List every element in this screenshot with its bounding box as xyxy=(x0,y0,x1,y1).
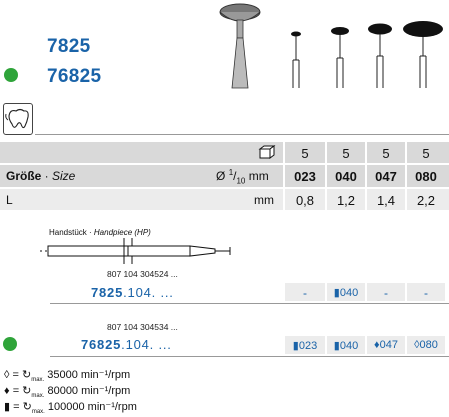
legend-row-35000: ◊ = ↻max. 35000 min⁻¹/rpm xyxy=(4,368,130,383)
legend-max: max. xyxy=(31,377,45,384)
handpiece-label-en: Handpiece (HP) xyxy=(93,228,151,237)
size-label-sep: · xyxy=(41,169,53,183)
rotation-icon: ↻ xyxy=(21,369,32,381)
order-number-1-suffix: .104. ... xyxy=(123,285,174,300)
size-unit-mm: mm xyxy=(248,169,269,183)
pack-value: 5 xyxy=(382,146,390,161)
size-unit: Ø 1/10 mm xyxy=(216,168,269,186)
order-number-1-base: 7825 xyxy=(91,285,124,300)
bur-047-drawing xyxy=(368,23,392,88)
handpiece-shank-drawing xyxy=(40,238,231,264)
rotation-icon: ↻ xyxy=(22,401,32,413)
size-value: 047 xyxy=(375,169,397,184)
size-label-de: Größe xyxy=(6,169,42,183)
legend-row-100000: ▮ = ↻max. 100000 min⁻¹/rpm xyxy=(4,400,137,415)
length-label: L xyxy=(6,193,13,207)
length-value: 2,2 xyxy=(416,193,436,208)
order-ref-1: 807 104 304524 ... xyxy=(107,269,178,279)
bur-040-drawing xyxy=(331,27,349,88)
avail-value-hp: ▮023 xyxy=(292,340,318,352)
pack-value: 5 xyxy=(342,146,350,161)
bur-head-images xyxy=(219,3,443,89)
legend-text: 100000 min⁻¹/rpm xyxy=(44,401,137,413)
bur-080-drawing xyxy=(403,21,443,88)
tooth-icon xyxy=(5,108,29,129)
bur-023-drawing xyxy=(291,31,301,88)
order-ref-2: 807 104 304534 ... xyxy=(107,322,178,332)
header-divider xyxy=(35,134,449,135)
legend-eq: = xyxy=(12,385,23,397)
size-label-en: Size xyxy=(52,169,76,183)
size-value: 080 xyxy=(415,169,437,184)
order-number-2-suffix: .104. ... xyxy=(121,337,172,352)
length-unit: mm xyxy=(254,193,274,207)
order-number-2: 76825.104. ... xyxy=(81,337,172,352)
speed-80000-icon: ♦ xyxy=(4,385,10,397)
product-number-76825: 76825 xyxy=(47,66,102,87)
product-number-7825: 7825 xyxy=(47,36,91,57)
large-bur-drawing xyxy=(219,3,261,89)
size-label: Größe · Size xyxy=(6,169,75,183)
green-dot-icon xyxy=(3,337,17,351)
order-number-1: 7825.104. ... xyxy=(91,285,174,300)
legend-max: max. xyxy=(31,393,45,400)
speed-100000-icon: ▮ xyxy=(4,401,11,413)
handpiece-label: Handstück · Handpiece (HP) xyxy=(49,228,151,237)
order-divider-2 xyxy=(50,356,449,357)
pack-value: 5 xyxy=(422,146,430,161)
legend-eq: = xyxy=(12,369,22,381)
fraction-denominator: 10 xyxy=(236,176,246,186)
speed-35000-icon: ◊ xyxy=(4,369,10,381)
pack-value: 5 xyxy=(301,146,309,161)
avail-value: - xyxy=(384,286,388,300)
rotation-icon: ↻ xyxy=(22,385,32,397)
order-divider-1 xyxy=(50,303,449,304)
legend-text: 35000 min⁻¹/rpm xyxy=(44,369,131,381)
legend-text: 80000 min⁻¹/rpm xyxy=(44,385,131,397)
avail-value: - xyxy=(303,286,307,300)
application-icon-box xyxy=(3,103,33,135)
legend-max: max. xyxy=(31,409,45,416)
diameter-symbol: Ø xyxy=(216,169,226,183)
handpiece-label-de: Handstück · xyxy=(49,228,94,237)
avail-value-hp: ◊080 xyxy=(414,339,438,351)
length-value: 1,4 xyxy=(376,193,396,208)
size-value: 040 xyxy=(335,169,357,184)
order-number-2-base: 76825 xyxy=(81,337,122,352)
size-value: 023 xyxy=(294,169,316,184)
avail-value: - xyxy=(424,286,428,300)
length-value: 0,8 xyxy=(295,193,315,208)
avail-value-hp: ▮040 xyxy=(333,340,359,352)
package-icon xyxy=(258,145,276,159)
avail-value-hp: ♦047 xyxy=(374,339,398,351)
legend-row-80000: ♦ = ↻max. 80000 min⁻¹/rpm xyxy=(4,384,130,399)
legend-eq: = xyxy=(13,401,23,413)
length-value: 1,2 xyxy=(336,193,356,208)
green-dot-icon xyxy=(4,68,18,82)
avail-value-hp: ▮040 xyxy=(333,287,359,299)
